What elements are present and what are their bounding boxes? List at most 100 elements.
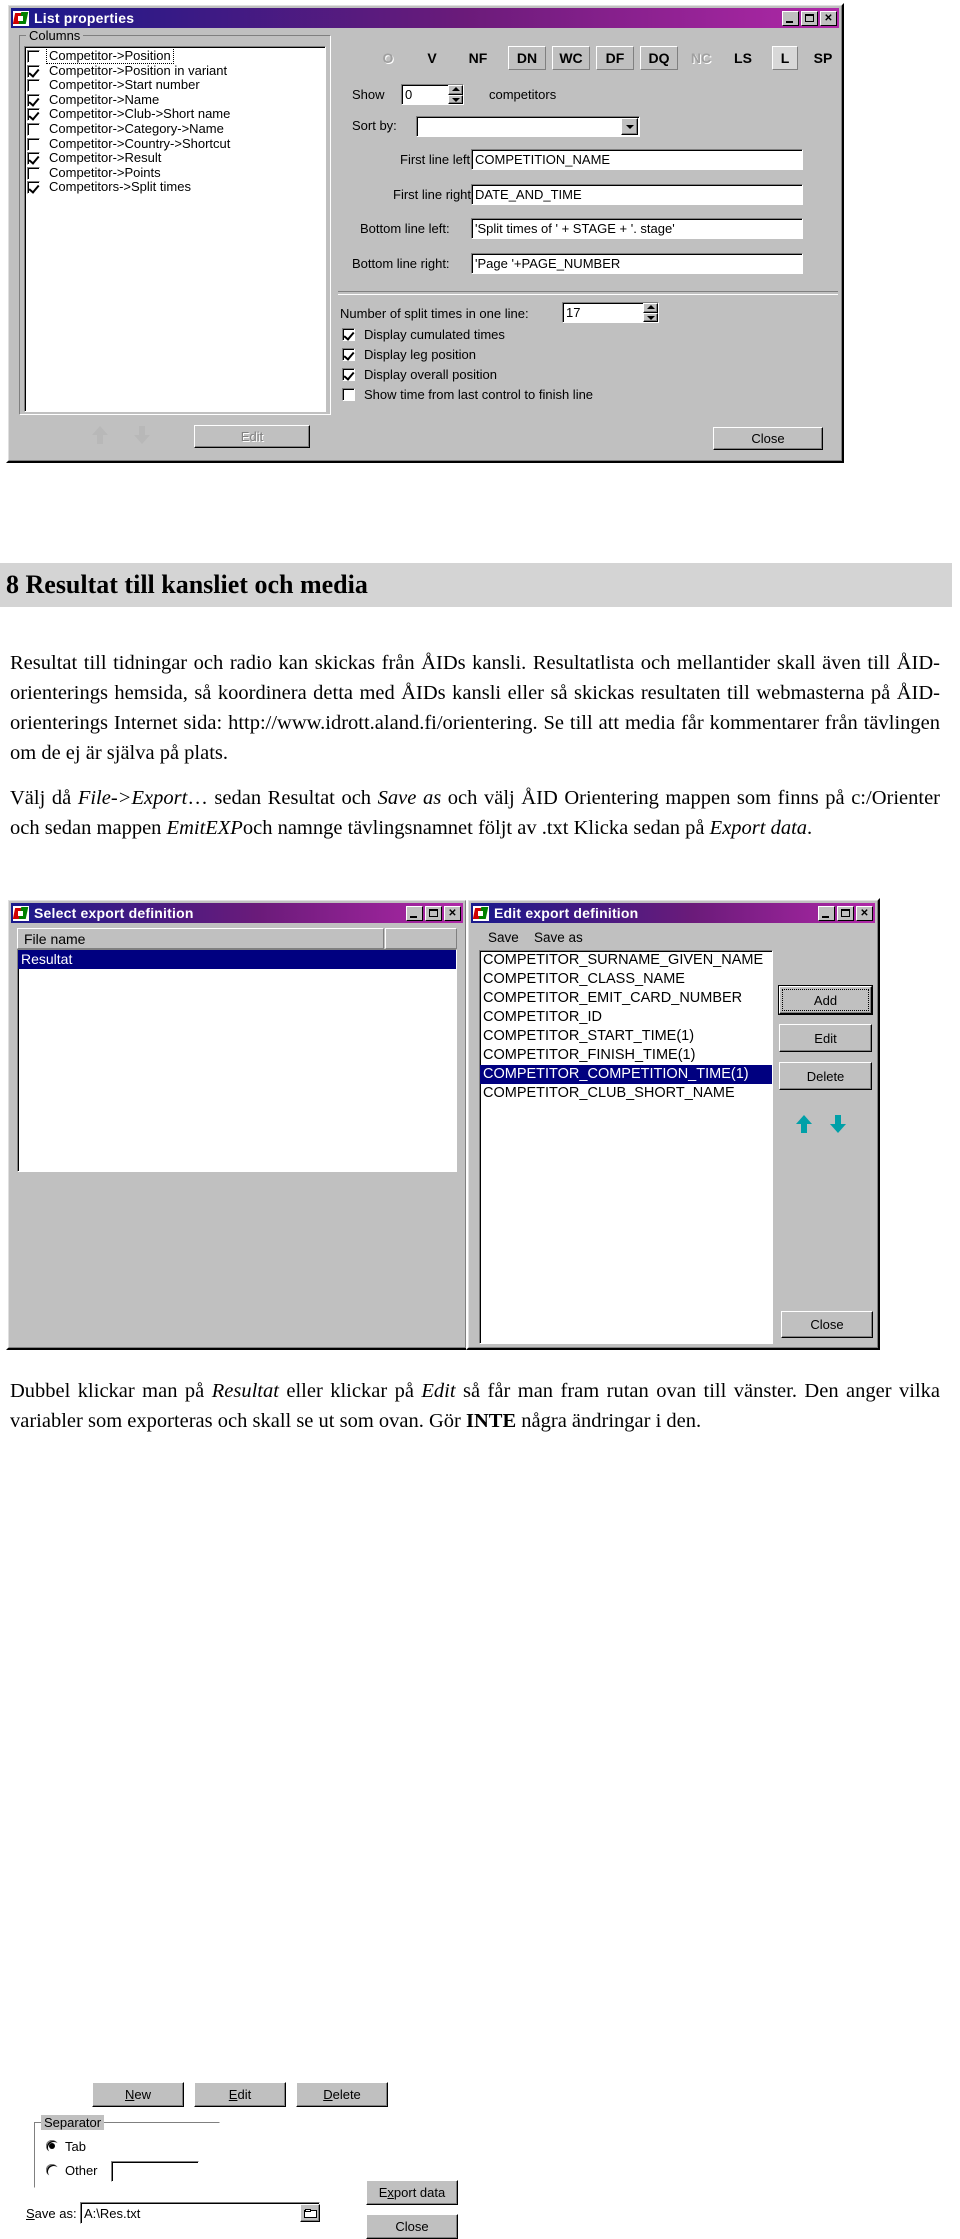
status-flag-v[interactable]: V xyxy=(422,46,442,70)
column-row[interactable]: Competitor->Category->Name xyxy=(25,121,325,137)
export-variables-listbox[interactable]: COMPETITOR_SURNAME_GIVEN_NAME COMPETITOR_… xyxy=(479,950,773,1344)
spinner-up-icon[interactable] xyxy=(448,85,463,95)
bottom-line-left-input[interactable]: 'Split times of ' + STAGE + '. stage' xyxy=(471,218,803,239)
column-row[interactable]: Competitor->Start number xyxy=(25,77,325,93)
chevron-down-icon[interactable] xyxy=(621,118,638,135)
column-checkbox[interactable] xyxy=(27,122,40,136)
delete-definition-button[interactable]: Delete xyxy=(296,2082,388,2107)
status-flag-dq[interactable]: DQ xyxy=(640,46,678,70)
paragraph-export-steps: Välj då File->Export… sedan Resultat och… xyxy=(10,783,940,843)
status-flag-nf[interactable]: NF xyxy=(462,46,494,70)
export-definitions-listbox[interactable]: Resultat xyxy=(17,949,457,1172)
column-row[interactable]: Competitor->Name xyxy=(25,92,325,108)
list-item[interactable]: COMPETITOR_CLUB_SHORT_NAME xyxy=(480,1084,772,1103)
first-line-right-input[interactable]: DATE_AND_TIME xyxy=(471,184,803,205)
status-flag-ls[interactable]: LS xyxy=(728,46,758,70)
maximize-icon[interactable] xyxy=(425,905,442,921)
browse-button[interactable] xyxy=(300,2204,320,2222)
column-row[interactable]: Competitor->Position in variant xyxy=(25,63,325,79)
delete-variable-button[interactable]: Delete xyxy=(779,1062,872,1090)
spinner-up-icon[interactable] xyxy=(643,303,658,313)
display-option-checkbox[interactable] xyxy=(342,368,355,381)
status-flag-dn[interactable]: DN xyxy=(508,46,546,70)
list-item[interactable]: COMPETITOR_FINISH_TIME(1) xyxy=(480,1046,772,1065)
close-button[interactable]: Close xyxy=(781,1311,873,1338)
first-line-left-input[interactable]: COMPETITION_NAME xyxy=(471,149,803,170)
list-item[interactable]: COMPETITOR_COMPETITION_TIME(1) xyxy=(480,1065,772,1084)
list-item[interactable]: COMPETITOR_START_TIME(1) xyxy=(480,1027,772,1046)
separator-other-input[interactable] xyxy=(111,2161,199,2182)
column-checkbox[interactable] xyxy=(27,166,40,180)
column-row[interactable]: Competitor->Result xyxy=(25,150,325,166)
column-row[interactable]: Competitors->Split times xyxy=(25,179,325,195)
minimize-icon[interactable] xyxy=(406,905,423,921)
menu-save-as[interactable]: Save as xyxy=(534,930,583,945)
save-as-input[interactable]: A:\Res.txt xyxy=(80,2202,320,2224)
edit-column-button[interactable]: Edit xyxy=(194,425,310,448)
display-option-checkbox[interactable] xyxy=(342,388,355,401)
column-checkbox[interactable] xyxy=(27,64,40,78)
column-checkbox[interactable] xyxy=(27,152,40,166)
text-run: Dubbel klickar man på xyxy=(10,1380,212,1402)
titlebar[interactable]: Edit export definition ✕ xyxy=(471,903,875,923)
move-down-icon[interactable] xyxy=(134,426,150,449)
menu-save[interactable]: Save xyxy=(488,930,519,945)
column-checkbox[interactable] xyxy=(27,137,40,151)
separator-other-radio[interactable] xyxy=(46,2164,58,2176)
display-option-checkbox[interactable] xyxy=(342,328,355,341)
export-data-button[interactable]: Ex port data xyxy=(366,2180,458,2205)
column-row[interactable]: Competitor->Country->Shortcut xyxy=(25,136,325,152)
column-checkbox[interactable] xyxy=(27,50,40,63)
display-option-checkbox[interactable] xyxy=(342,348,355,361)
close-icon[interactable]: ✕ xyxy=(444,905,461,921)
bottom-line-right-input[interactable]: 'Page '+PAGE_NUMBER xyxy=(471,253,803,274)
status-flag-nc[interactable]: NC xyxy=(684,46,718,70)
titlebar[interactable]: Select export definition ✕ xyxy=(11,903,463,923)
text-run: och namnge tävlingsnamnet följt av .txt … xyxy=(242,817,710,839)
add-variable-button[interactable]: Add xyxy=(779,986,872,1014)
list-item[interactable]: COMPETITOR_CLASS_NAME xyxy=(480,970,772,989)
status-flag-o[interactable]: O xyxy=(378,46,398,70)
column-row[interactable]: Competitor->Club->Short name xyxy=(25,106,325,122)
minimize-icon[interactable] xyxy=(782,10,799,26)
column-row[interactable]: Competitor->Points xyxy=(25,165,325,181)
maximize-icon[interactable] xyxy=(837,905,854,921)
column-label: Competitor->Position xyxy=(46,47,174,64)
status-flag-sp[interactable]: SP xyxy=(808,46,838,70)
list-item[interactable]: COMPETITOR_ID xyxy=(480,1008,772,1027)
file-name-column-header[interactable]: File name xyxy=(17,928,384,949)
close-icon[interactable]: ✕ xyxy=(856,905,873,921)
move-up-icon[interactable] xyxy=(92,426,108,449)
column-checkbox[interactable] xyxy=(27,181,40,195)
list-item[interactable]: COMPETITOR_EMIT_CARD_NUMBER xyxy=(480,989,772,1008)
edit-definition-button[interactable]: Edit xyxy=(194,2082,286,2107)
edit-variable-button[interactable]: Edit xyxy=(779,1024,872,1052)
maximize-icon[interactable] xyxy=(801,10,818,26)
status-flag-df[interactable]: DF xyxy=(596,46,634,70)
new-definition-button[interactable]: New xyxy=(92,2082,184,2107)
sort-by-combo[interactable] xyxy=(416,116,640,137)
columns-listbox[interactable]: Competitor->Position Competitor->Position… xyxy=(24,46,326,412)
titlebar[interactable]: List properties ✕ xyxy=(11,8,839,28)
list-item[interactable]: COMPETITOR_SURNAME_GIVEN_NAME xyxy=(480,951,772,970)
column-row[interactable]: Competitor->Position xyxy=(25,47,325,64)
status-flag-l[interactable]: L xyxy=(772,46,798,70)
spinner-down-icon[interactable] xyxy=(643,312,658,322)
text-run: Edit xyxy=(421,1380,456,1402)
minimize-icon[interactable] xyxy=(818,905,835,921)
list-item[interactable]: Resultat xyxy=(18,950,456,969)
status-flag-wc[interactable]: WC xyxy=(552,46,590,70)
spinner-down-icon[interactable] xyxy=(448,94,463,104)
close-button[interactable]: Close xyxy=(713,427,823,450)
show-spinner[interactable] xyxy=(448,85,463,104)
extra-column-header[interactable] xyxy=(385,928,457,949)
close-button[interactable]: Close xyxy=(366,2214,458,2239)
move-down-icon[interactable] xyxy=(830,1115,846,1138)
move-up-icon[interactable] xyxy=(796,1115,812,1138)
column-checkbox[interactable] xyxy=(27,93,40,107)
column-checkbox[interactable] xyxy=(27,108,40,122)
separator-tab-radio[interactable] xyxy=(46,2140,58,2152)
split-count-spinner[interactable] xyxy=(643,303,658,322)
column-checkbox[interactable] xyxy=(27,79,40,93)
close-icon[interactable]: ✕ xyxy=(820,10,837,26)
